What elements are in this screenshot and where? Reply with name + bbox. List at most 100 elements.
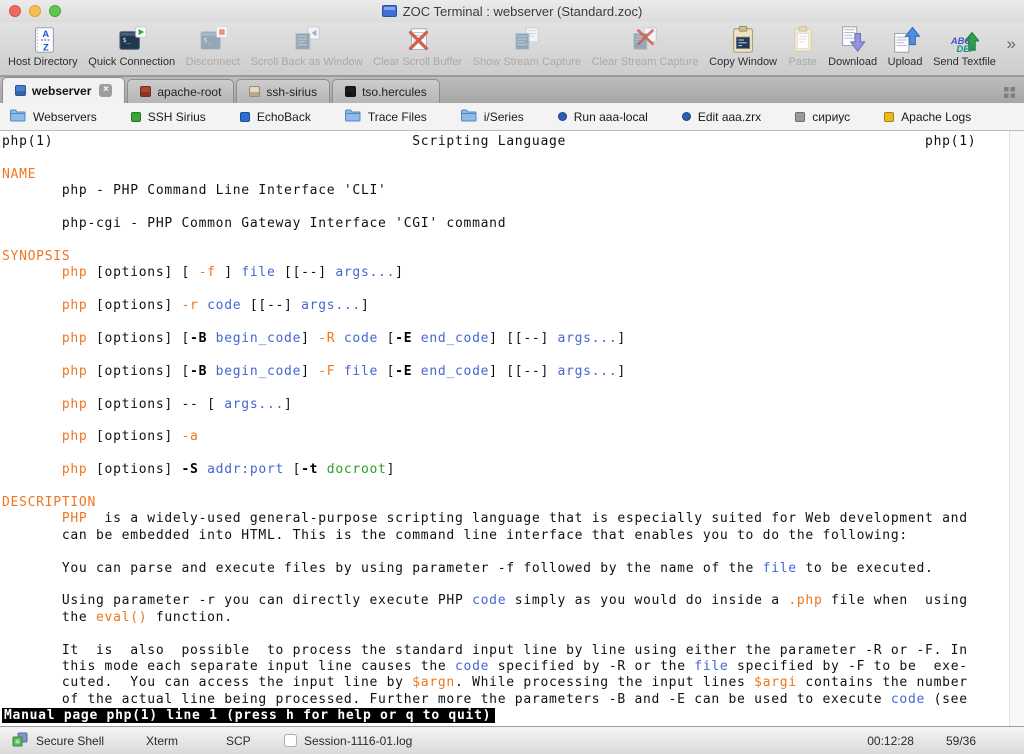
window-proxy-icon — [381, 5, 397, 17]
toolbar-button-label: Host Directory — [8, 56, 78, 68]
tab-session-icon — [15, 85, 26, 96]
toolbar-button-label: Scroll Back as Window — [250, 56, 363, 68]
toolbar-button-label: Paste — [788, 56, 817, 68]
quickbar-button-ssh-sirius[interactable]: SSH Sirius — [130, 110, 206, 124]
terminal-line: php [options] -S addr:port [-t docroot] — [61, 462, 396, 478]
toolbar-button-host-directory[interactable]: A Z Host Directory — [8, 24, 78, 68]
svg-text:$_: $_ — [122, 36, 130, 44]
quickbar-button-label: i/Series — [483, 109, 524, 124]
log-checkbox[interactable] — [284, 734, 297, 747]
tab-webserver[interactable]: webserver × — [2, 77, 126, 103]
layout-grid-icon[interactable] — [1004, 85, 1015, 103]
svg-text:Z: Z — [43, 42, 49, 52]
tab-apache-root[interactable]: apache-root — [127, 79, 235, 103]
square-icon — [239, 111, 250, 122]
quickbar-button-webservers[interactable]: Webservers — [10, 109, 97, 125]
tab-close-icon[interactable]: × — [99, 84, 113, 97]
toolbar-button-copy-window[interactable]: Copy Window — [709, 24, 777, 68]
toolbar-button-download[interactable]: Download — [828, 24, 877, 68]
terminal-line: php [options] [-B begin_code] -F file [-… — [61, 363, 626, 379]
statusbar-protocol[interactable]: Secure Shell — [12, 732, 134, 750]
terminal-line: You can parse and execute files by using… — [2, 560, 934, 576]
terminal-line: can be embedded into HTML. This is the c… — [2, 527, 908, 543]
folder-icon — [460, 109, 477, 125]
terminal-line: php [options] -r code [[--] args...] — [61, 298, 370, 314]
statusbar: Secure Shell Xterm SCP Session-1116-01.l… — [0, 726, 1024, 754]
terminal-line: php [options] [ -f ] file [[--] args...] — [61, 265, 404, 281]
toolbar-button-paste: Paste — [788, 24, 818, 68]
terminal-line: PHP is a widely-used general-purpose scr… — [61, 511, 968, 527]
statusbar-log-label: Session-1116-01.log — [304, 733, 413, 748]
send-textfile-icon: ABC DEF — [949, 24, 980, 56]
terminal-line: php [options] [-B begin_code] -R code [-… — [61, 330, 626, 346]
tab-session-icon — [140, 86, 152, 97]
terminal-line: SYNOPSIS — [2, 248, 71, 264]
tab-ssh-sirius[interactable]: ssh-sirius — [236, 79, 331, 103]
quickbar-button-label: Webservers — [33, 109, 97, 124]
quickbar-button-apache-logs[interactable]: Apache Logs — [884, 110, 971, 124]
terminal-line: cuted. You can access the input line by … — [2, 675, 968, 691]
scrollback-window-icon — [292, 24, 322, 56]
square-icon — [884, 111, 895, 122]
quickbar-button-label: EchoBack — [256, 109, 311, 124]
circle-icon — [557, 112, 567, 121]
terminal-screen[interactable]: php(1) Scripting Language php(1) NAME ph… — [0, 131, 1009, 726]
toolbar-button-upload[interactable]: Upload — [888, 24, 923, 68]
close-window-icon[interactable] — [9, 5, 21, 17]
toolbar: A Z Host Directory $_ Quick Connection $_ Disc… — [0, 22, 1024, 76]
quickbar-button-label: Run aaa-local — [573, 109, 648, 124]
tab-label: webserver — [32, 83, 92, 98]
terminal-scrollbar[interactable] — [1009, 131, 1024, 726]
quickbar-button-label: Apache Logs — [901, 109, 972, 124]
quickbar-button-i-series[interactable]: i/Series — [460, 109, 524, 125]
quick-button-bar: Webservers SSH Sirius EchoBack Trace Files i… — [0, 103, 1024, 131]
host-directory-icon: AZ — [28, 24, 58, 56]
toolbar-button-label: Upload — [887, 56, 923, 68]
terminal: php(1) Scripting Language php(1) NAME ph… — [0, 131, 1024, 726]
tab-session-icon — [249, 86, 261, 97]
window-title: ZOC Terminal : webserver (Standard.zoc) — [402, 3, 643, 19]
zoom-window-icon[interactable] — [49, 5, 61, 17]
download-icon — [838, 24, 868, 56]
statusbar-emulation[interactable]: Xterm — [146, 734, 226, 748]
terminal-line: of the actual line being processed. Furt… — [2, 691, 968, 707]
statusbar-cursor-position: 59/36 — [945, 733, 976, 748]
tab-bar: webserver × apache-root ssh-sirius tso.hercu… — [0, 76, 1024, 103]
quickbar-button-trace-files[interactable]: Trace Files — [344, 109, 427, 125]
terminal-line: the eval() function. — [2, 609, 233, 625]
quickbar-button-run-aaa-local[interactable]: Run aaa-local — [557, 109, 648, 124]
terminal-line: NAME — [2, 166, 37, 182]
toolbar-button-show-stream-capture: Show Stream Capture — [473, 24, 581, 68]
toolbar-button-clear-scroll-buffer: Clear Scroll Buffer — [373, 24, 462, 68]
toolbar-button-label: Clear Stream Capture — [591, 56, 699, 68]
toolbar-overflow-chevron-icon[interactable]: » — [1006, 34, 1017, 66]
toolbar-button-quick-connection[interactable]: $_ Quick Connection — [88, 24, 175, 68]
show-stream-capture-icon — [512, 24, 542, 56]
statusbar-transfer[interactable]: SCP — [226, 734, 284, 748]
minimize-window-icon[interactable] — [29, 5, 41, 17]
quickbar-button-edit-aaa-zrx[interactable]: Edit aaa.zrx — [681, 110, 761, 124]
tab-label: apache-root — [157, 84, 222, 99]
titlebar: ZOC Terminal : webserver (Standard.zoc) — [0, 0, 1024, 22]
terminal-line: Using parameter -r you can directly exec… — [2, 593, 968, 609]
toolbar-button-send-textfile[interactable]: ABC DEF Send Textfile — [933, 24, 996, 68]
terminal-line: DESCRIPTION — [2, 494, 97, 510]
zoc-terminal-window: ZOC Terminal : webserver (Standard.zoc) … — [0, 0, 1024, 754]
quickbar-button-сириус[interactable]: сириус — [795, 110, 850, 124]
terminal-line: Manual page php(1) line 1 (press h for h… — [2, 708, 1009, 724]
quickbar-button-echoback[interactable]: EchoBack — [239, 109, 311, 124]
folder-icon — [10, 109, 26, 125]
toolbar-button-label: Send Textfile — [933, 56, 996, 68]
square-icon — [130, 111, 141, 122]
tab-tso-hercules[interactable]: tso.hercules — [332, 79, 440, 103]
clear-scroll-buffer-icon — [403, 24, 433, 56]
svg-text:DEF: DEF — [957, 44, 976, 54]
